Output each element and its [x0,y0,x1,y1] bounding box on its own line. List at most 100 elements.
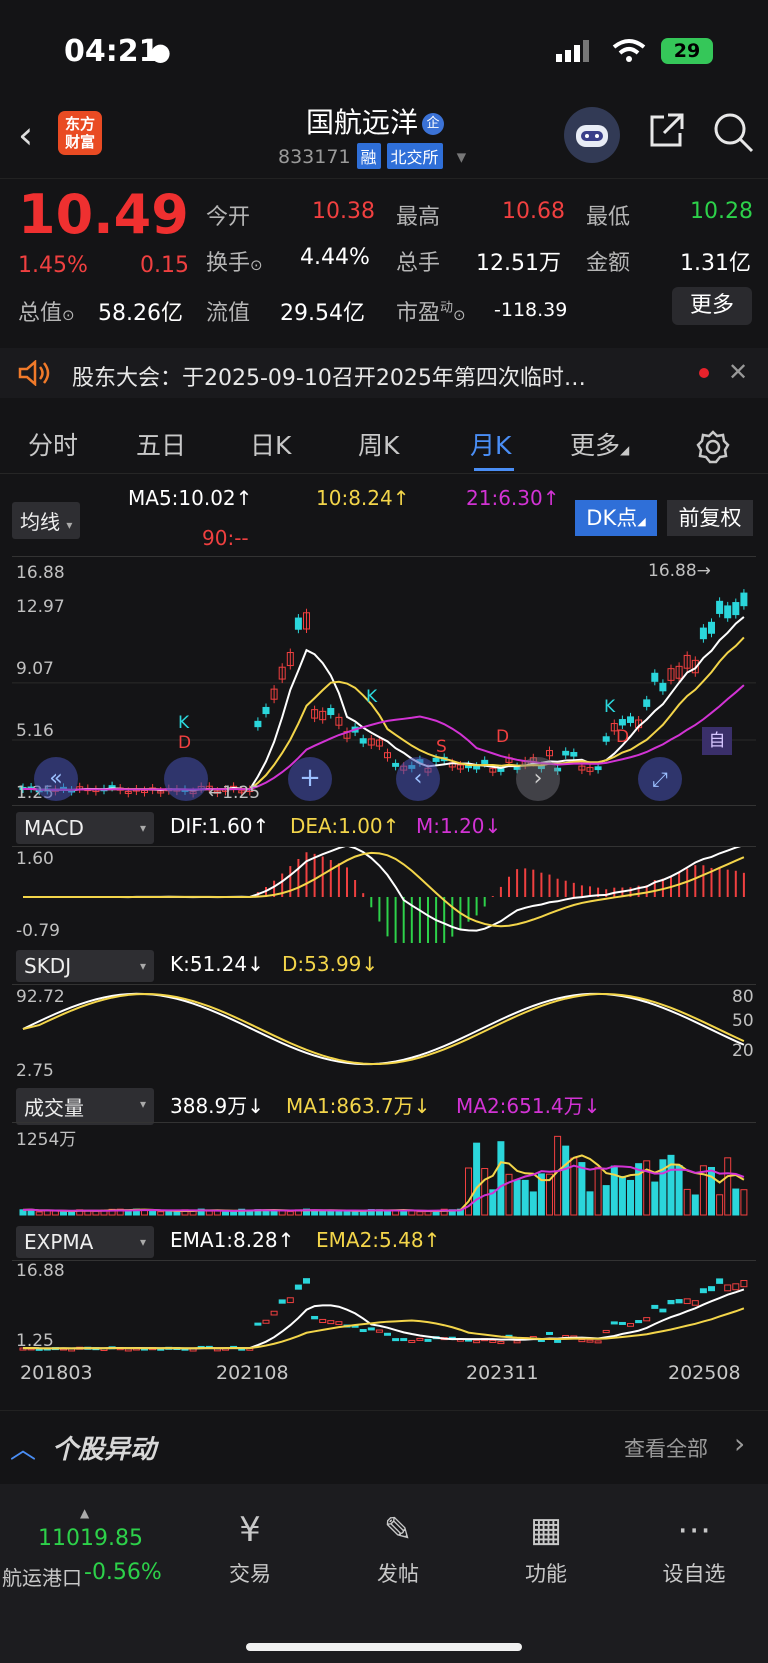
expma-chart[interactable]: 16.88 1.25 [12,1260,756,1356]
margin-tag: 融 [356,143,381,169]
expma-candle [335,1321,343,1326]
tab-five-day[interactable]: 五日 [136,426,186,462]
wifi-icon [612,39,646,62]
stock-code-row[interactable]: 833171 融北交所 ▾ [278,143,466,169]
caret-up-icon: ▲ [80,1506,90,1520]
indicator-selector-volume[interactable]: 成交量 ▾ [16,1088,154,1125]
expma-candle [262,1319,270,1324]
macd-dea: DEA:1.00↑ [290,814,400,838]
share-icon[interactable] [646,111,686,151]
high-value: 10.68 [502,199,565,224]
candle [740,592,748,607]
battery-indicator: 29 [661,38,713,64]
volume-bar [286,1211,294,1216]
app-logo: 东方 财富 [58,111,102,155]
tab-functions[interactable]: ▦ 功能 [496,1510,596,1588]
scroll-left-far-icon[interactable]: « [34,757,78,801]
indicator-selector-macd[interactable]: MACD ▾ [16,812,154,844]
scroll-left-icon[interactable]: ‹ [396,757,440,801]
volume-chart[interactable]: 1254万 [12,1122,756,1218]
self-marker[interactable]: 自 [702,727,732,755]
tab-daily-k[interactable]: 日K [250,426,291,462]
scroll-right-icon[interactable]: › [516,757,560,801]
fullscreen-icon[interactable]: ⤢ [638,757,682,801]
change-amount: 0.15 [140,253,189,278]
skdj-svg [22,992,745,1066]
volume-bar [716,1194,724,1216]
macd-svg [23,844,745,969]
price-adjust-button[interactable]: 前复权 [667,500,753,536]
info-icon[interactable]: ⊙ [62,306,75,324]
yen-exchange-icon: ¥ [239,1510,261,1550]
volume-ma1: MA1:863.7万↓ [286,1094,431,1118]
candle [294,617,302,630]
index-change: -0.56% [84,1560,162,1585]
tab-more[interactable]: 更多◢ [570,426,629,462]
close-icon[interactable]: ✕ [728,358,748,386]
kline-ytick: 16.88 [16,563,65,583]
skdj-ref50: 50 [732,1011,754,1031]
candle [327,707,335,716]
bottom-tab-bar: ▲ 11019.85 航运港口 -0.56% ¥ 交易 ✎ 发帖 ▦ 功能 ⋯ 设自选 [0,1484,768,1663]
enterprise-badge: 企 [422,113,445,135]
expma-candle [497,1341,505,1345]
skdj-ytick: 92.72 [16,987,65,1007]
search-icon[interactable] [712,111,756,155]
skdj-chart[interactable]: 92.72 2.75 80 50 20 [12,984,756,1081]
tab-post[interactable]: ✎ 发帖 [348,1510,448,1588]
zoom-out-icon[interactable] [164,757,208,801]
volume-bar [627,1179,634,1216]
volume-bar [124,1210,132,1216]
volume-bar [481,1168,489,1216]
back-chevron-icon[interactable]: ‹ [18,113,33,157]
expma-candle [643,1317,651,1322]
dk-point-button[interactable]: DK点◢ [575,500,657,536]
expma-candle [513,1340,521,1344]
signal-k: K [178,713,190,733]
candle [359,738,367,744]
stock-name: 国航远洋 [306,106,419,139]
chevron-right-icon[interactable]: › [734,1427,745,1460]
candle [651,672,659,682]
candle [594,766,602,771]
tab-trade[interactable]: ¥ 交易 [200,1510,300,1588]
volume-bar [51,1210,59,1216]
tab-intraday[interactable]: 分时 [28,426,78,462]
settings-gear-icon[interactable] [696,430,730,464]
volume-bar [683,1188,691,1216]
robot-assistant-icon[interactable] [564,107,620,163]
indicator-selector-expma[interactable]: EXPMA ▾ [16,1226,154,1258]
candle [392,762,400,767]
volume-bar [513,1179,521,1216]
view-all-link[interactable]: 查看全部 [624,1433,708,1463]
chevron-up-icon[interactable]: ︿ [10,1429,36,1466]
signal-k: K [366,687,378,707]
candle [432,757,440,762]
zoom-in-icon[interactable]: + [288,757,332,801]
app-screen: 04:21 ● 29 ‹ 东方 财富 国航远洋企 833171 融北交所 ▾ 1… [0,0,768,1663]
info-icon[interactable]: ⊙ [453,306,466,324]
volume-bar [230,1211,238,1216]
tab-watchlist[interactable]: ⋯ 设自选 [644,1510,744,1588]
tab-monthly-k[interactable]: 月K [470,426,511,462]
indicator-selector-skdj[interactable]: SKDJ ▾ [16,950,154,982]
low-value: 10.28 [690,199,753,224]
expma-candle [408,1339,416,1343]
announcement-bar[interactable]: 股东大会：于2025-09-10召开2025年第四次临时… ✕ [0,348,768,398]
index-value[interactable]: 11019.85 [38,1526,143,1551]
info-icon[interactable]: ⊙ [250,256,263,274]
tab-weekly-k[interactable]: 周K [358,426,399,462]
macd-chart[interactable]: 1.60 -0.79 [12,844,756,969]
expma-candle [278,1299,286,1304]
expma-candle [303,1278,310,1284]
kline-chart[interactable]: 16.88 12.97 9.07 5.16 1.25 16.88→ ←1.25 … [12,556,756,806]
volume-bar [602,1185,610,1216]
abnormal-moves-section[interactable]: ︿ 个股异动 查看全部 › [0,1410,768,1480]
expma-candle [659,1308,667,1313]
indicator-selector-ma[interactable]: 均线 ▾ [12,502,81,539]
period-tabs: 分时 五日 日K 周K 月K 更多◢ [0,418,768,474]
more-button[interactable]: 更多 [672,287,752,325]
volume-bar [408,1210,416,1216]
mktcap-value: 58.26亿 [98,301,183,326]
edit-icon: ✎ [383,1510,413,1550]
